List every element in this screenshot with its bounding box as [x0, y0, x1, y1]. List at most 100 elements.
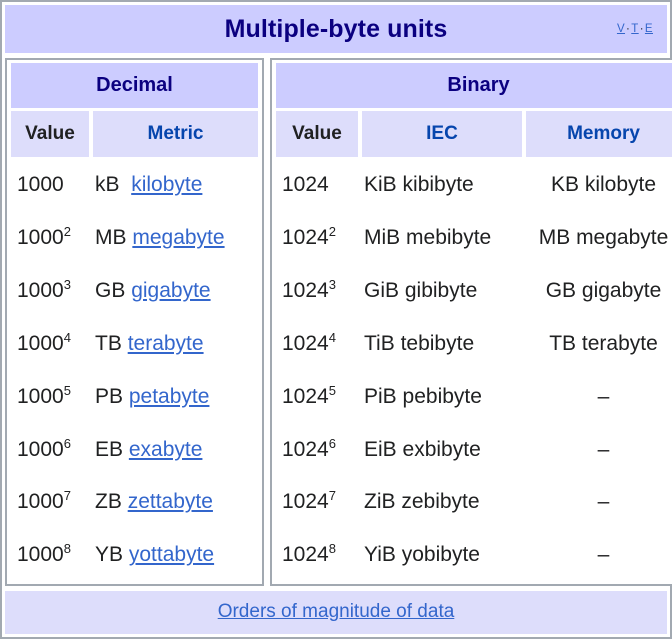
decimal-unit-link[interactable]: kilobyte — [131, 173, 202, 196]
binary-iec-cell: ZiB zebibyte — [362, 478, 522, 528]
iec-symbol: ZiB — [364, 490, 396, 514]
view-link[interactable]: V — [617, 23, 625, 35]
memory-symbol: – — [597, 490, 610, 514]
decimal-value-cell: 1000 — [11, 160, 89, 210]
binary-value-base: 1024 — [282, 384, 329, 408]
iec-name: zebibyte — [401, 490, 480, 514]
memory-symbol: KB — [550, 172, 579, 196]
binary-section-header-row: Binary — [276, 63, 672, 109]
iec-name: mebibyte — [406, 225, 492, 249]
column-header-decimal-value: Value — [11, 111, 89, 158]
column-header-binary-memory[interactable]: Memory — [526, 111, 672, 158]
binary-memory-cell: – — [526, 425, 672, 475]
binary-value-cell: 10246 — [276, 425, 358, 475]
decimal-value-base: 1000 — [17, 490, 64, 514]
column-header-binary-iec[interactable]: IEC — [362, 111, 522, 158]
decimal-metric-cell: YB yottabyte — [93, 531, 258, 581]
binary-iec-cell: PiB pebibyte — [362, 372, 522, 422]
binary-value-base: 1024 — [282, 437, 329, 461]
navbox-title-bar: Multiple-byte units V·T·E — [5, 5, 667, 53]
edit-link[interactable]: E — [645, 23, 653, 35]
iec-symbol: YiB — [364, 543, 396, 567]
decimal-value-cell: 10004 — [11, 319, 89, 369]
section-header-decimal: Decimal — [11, 63, 258, 109]
decimal-value-exponent: 5 — [63, 382, 71, 398]
decimal-value-cell: 10008 — [11, 531, 89, 581]
iec-symbol: TiB — [364, 331, 395, 355]
binary-value-cell: 10243 — [276, 266, 358, 316]
binary-iec-cell: MiB mebibyte — [362, 213, 522, 263]
table-row: 10006 EB exabyte — [11, 425, 258, 475]
binary-value-exponent: 4 — [328, 329, 336, 345]
table-row: 10243 GiB gibibyte GB gigabyte — [276, 266, 672, 316]
decimal-metric-cell: TB terabyte — [93, 319, 258, 369]
binary-iec-cell: TiB tebibyte — [362, 319, 522, 369]
decimal-symbol: GB — [95, 278, 126, 302]
memory-name: terabyte — [581, 331, 658, 355]
decimal-unit-link[interactable]: yottabyte — [129, 543, 214, 566]
binary-value-base: 1024 — [282, 543, 329, 567]
orders-of-magnitude-link[interactable]: Orders of magnitude of data — [218, 601, 455, 622]
decimal-value-base: 1000 — [17, 384, 64, 408]
decimal-metric-cell: ZB zettabyte — [93, 478, 258, 528]
binary-table: Binary Value IEC Memory 1024 KiB kibibyt… — [270, 58, 672, 586]
memory-name: kilobyte — [584, 172, 657, 196]
binary-memory-cell: TB terabyte — [526, 319, 672, 369]
talk-link[interactable]: T — [631, 23, 638, 35]
binary-memory-cell: – — [526, 478, 672, 528]
decimal-unit-link[interactable]: petabyte — [129, 385, 210, 408]
memory-symbol: MB — [538, 225, 571, 249]
navbox-footer: Orders of magnitude of data — [5, 591, 667, 634]
decimal-value-cell: 10003 — [11, 266, 89, 316]
memory-name: megabyte — [576, 225, 669, 249]
table-row: 10244 TiB tebibyte TB terabyte — [276, 319, 672, 369]
iec-name: kibibyte — [402, 172, 474, 196]
table-row: 10245 PiB pebibyte – — [276, 372, 672, 422]
vte-links: V·T·E — [617, 23, 653, 35]
binary-value-cell: 1024 — [276, 160, 358, 210]
decimal-unit-link[interactable]: zettabyte — [128, 490, 213, 513]
binary-iec-cell: YiB yobibyte — [362, 531, 522, 581]
table-row: 1024 KiB kibibyte KB kilobyte — [276, 160, 672, 210]
iec-symbol: PiB — [364, 384, 397, 408]
decimal-column-header-row: Value Metric — [11, 111, 258, 158]
decimal-unit-link[interactable]: megabyte — [132, 226, 224, 249]
section-header-binary: Binary — [276, 63, 672, 109]
binary-iec-cell: EiB exbibyte — [362, 425, 522, 475]
iec-name: tebibyte — [400, 331, 475, 355]
binary-memory-cell: – — [526, 531, 672, 581]
binary-iec-cell: GiB gibibyte — [362, 266, 522, 316]
decimal-value-cell: 10007 — [11, 478, 89, 528]
decimal-metric-cell: kB kilobyte — [93, 160, 258, 210]
navbox-body: Decimal Value Metric 1000 kB kilobyte 10… — [5, 53, 672, 586]
column-header-binary-value: Value — [276, 111, 358, 158]
binary-value-cell: 10248 — [276, 531, 358, 581]
iec-name: exbibyte — [402, 437, 481, 461]
binary-value-base: 1024 — [282, 490, 329, 514]
memory-symbol: – — [597, 543, 610, 567]
binary-value-exponent: 3 — [328, 276, 336, 292]
table-row: 10246 EiB exbibyte – — [276, 425, 672, 475]
decimal-unit-link[interactable]: exabyte — [129, 438, 203, 461]
table-row: 10247 ZiB zebibyte – — [276, 478, 672, 528]
decimal-unit-link[interactable]: terabyte — [128, 332, 204, 355]
memory-name: gigabyte — [581, 278, 662, 302]
iec-name: gibibyte — [404, 278, 478, 302]
iec-symbol: KiB — [364, 172, 397, 196]
binary-value-base: 1024 — [282, 331, 329, 355]
decimal-value-base: 1000 — [17, 543, 64, 567]
iec-name: yobibyte — [401, 543, 480, 567]
binary-value-cell: 10245 — [276, 372, 358, 422]
binary-value-exponent: 6 — [328, 435, 336, 451]
decimal-symbol: PB — [95, 384, 124, 408]
table-row: 10005 PB petabyte — [11, 372, 258, 422]
multiple-byte-units-navbox: Multiple-byte units V·T·E Decimal Value … — [0, 0, 672, 639]
binary-value-cell: 10244 — [276, 319, 358, 369]
table-row: 10003 GB gigabyte — [11, 266, 258, 316]
column-header-decimal-metric[interactable]: Metric — [93, 111, 258, 158]
decimal-symbol: kB — [95, 172, 120, 196]
decimal-value-exponent: 4 — [63, 329, 71, 345]
binary-iec-cell: KiB kibibyte — [362, 160, 522, 210]
decimal-unit-link[interactable]: gigabyte — [131, 279, 210, 302]
binary-value-exponent: 5 — [328, 382, 336, 398]
